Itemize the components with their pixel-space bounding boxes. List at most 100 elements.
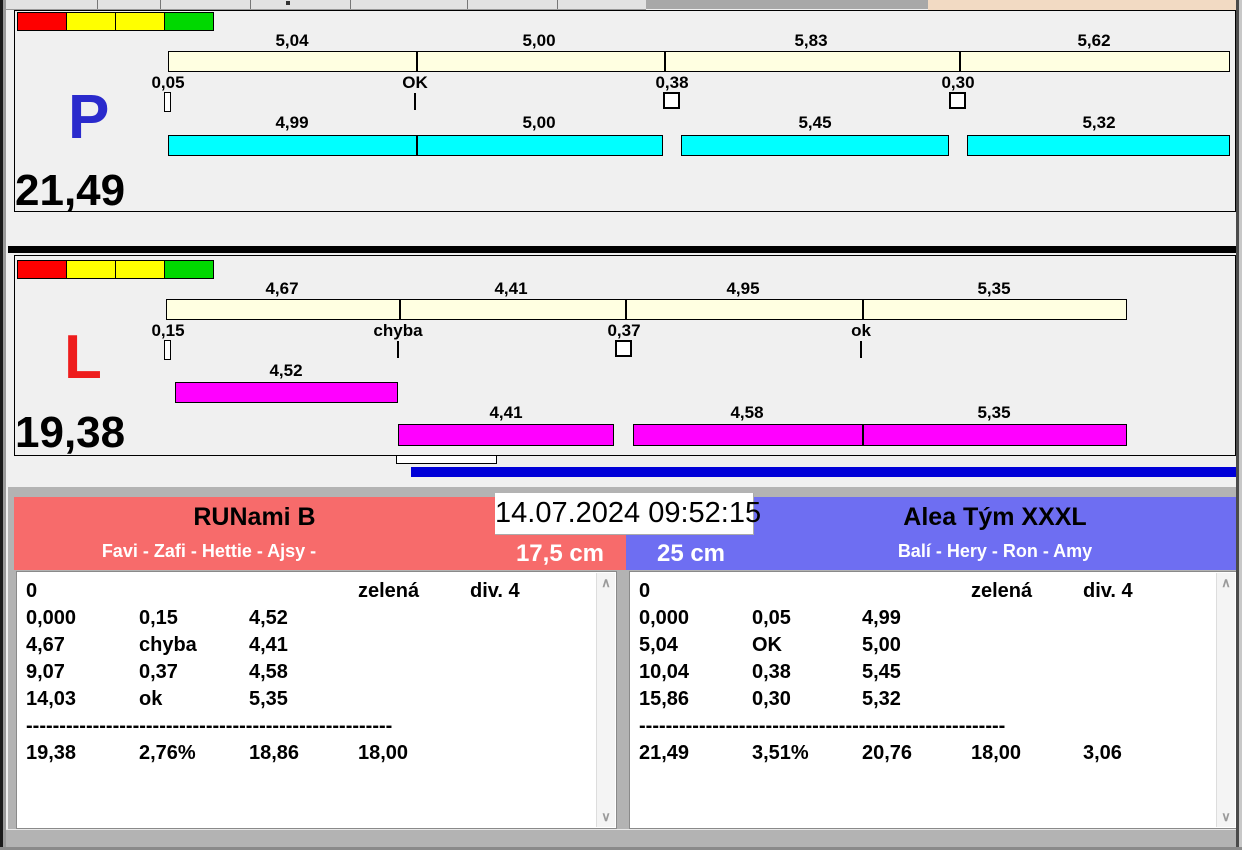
app-window: 5,04 5,00 5,83 5,62 0,05 OK 0,38 0,30 4,… [0, 0, 1242, 850]
bar-divider [664, 51, 666, 72]
scroll-up-icon[interactable]: ∧ [1217, 576, 1235, 590]
split-time-label: 4,99 [275, 113, 309, 132]
scroll-down-icon[interactable]: ∨ [1217, 810, 1235, 824]
split-time-label: 5,00 [522, 113, 556, 132]
split-time-label: 4,52 [269, 361, 303, 380]
toolbar-divider [97, 0, 98, 9]
split-time-label: 5,35 [977, 403, 1011, 422]
log-row: 0 zelená div. 4 [639, 580, 1133, 602]
fault-checkbox[interactable] [663, 92, 680, 109]
log-row: 15,86 0,30 5,32 [639, 688, 901, 710]
team-right-jump-height: 25 cm [656, 540, 726, 567]
toolbar-divider [350, 0, 351, 9]
log-totals-row: 19,38 2,76% 18,86 18,00 [26, 742, 409, 764]
result-log-right-text: 0 zelená div. 4 0,000 0,05 4,99 5,04 OK 5,00 1… [639, 578, 1214, 767]
start-marker-box [164, 92, 171, 112]
toolbar-divider [160, 0, 161, 9]
log-totals-row: 21,49 3,51% 20,76 18,00 3,06 [639, 742, 1122, 764]
fault-checkbox[interactable] [615, 340, 632, 357]
log-row: 0,000 0,05 4,99 [639, 607, 901, 629]
scrollbar[interactable]: ∧ ∨ [1216, 573, 1235, 827]
planned-splits-bar [166, 299, 1127, 320]
gate-label: 0,37 [607, 321, 641, 340]
split-time-label: 4,41 [489, 403, 523, 422]
split-time-label: 5,62 [1077, 31, 1111, 50]
result-log-left-text: 0 zelená div. 4 0,000 0,15 4,52 4,67 chyba 4,4… [26, 578, 594, 767]
gate-tick [860, 341, 862, 358]
team-left-members: Favi - Zafi - Hettie - Ajsy - [101, 541, 317, 561]
gate-label: 0,15 [151, 321, 185, 340]
log-separator: ----------------------------------------… [639, 715, 1006, 737]
start-marker-box [164, 340, 171, 360]
result-log-right[interactable]: 0 zelená div. 4 0,000 0,05 4,99 5,04 OK 5,00 1… [629, 571, 1237, 829]
toolbar-divider [250, 0, 251, 9]
gate-tick [397, 341, 399, 358]
result-log-left[interactable]: 0 zelená div. 4 0,000 0,15 4,52 4,67 chyba 4,4… [16, 571, 617, 829]
log-row: 5,04 OK 5,00 [639, 634, 901, 656]
lane-letter-p: P [68, 83, 110, 152]
toolbar-divider [557, 0, 558, 9]
split-time-label: 4,58 [730, 403, 764, 422]
bar-divider [416, 51, 418, 72]
lane-letter-l: L [64, 323, 102, 392]
toolbar-strip-gray [646, 0, 928, 9]
fault-checkbox[interactable] [949, 92, 966, 109]
log-separator: ----------------------------------------… [26, 715, 393, 737]
status-light-yellow [66, 12, 116, 31]
split-time-label: 5,32 [1082, 113, 1116, 132]
actual-splits-bar [967, 135, 1230, 156]
split-time-label: 4,95 [726, 279, 760, 298]
toolbar-glyph [286, 1, 290, 5]
bar-divider [959, 51, 961, 72]
status-light-red [17, 12, 67, 31]
lane-divider-bar [8, 246, 1238, 253]
team-left-name: RUNami B [193, 503, 316, 531]
lane-total-p: 21,49 [15, 166, 126, 215]
bar-divider [399, 299, 401, 320]
team-left-jump-height: 17,5 cm [515, 540, 605, 567]
gate-label: OK [402, 73, 428, 92]
status-light-green [164, 12, 214, 31]
split-time-label: 5,83 [794, 31, 828, 50]
actual-splits-bar [398, 424, 614, 446]
gate-label: chyba [373, 321, 423, 340]
status-light-green [164, 260, 214, 279]
actual-splits-bar [168, 135, 663, 156]
split-time-label: 4,67 [265, 279, 299, 298]
window-border-left-inner [3, 0, 6, 850]
log-row: 0,000 0,15 4,52 [26, 607, 288, 629]
timestamp: 14.07.2024 09:52:15 [495, 493, 761, 535]
scroll-down-icon[interactable]: ∨ [597, 810, 615, 824]
status-light-yellow [115, 12, 165, 31]
status-light-red [17, 260, 67, 279]
team-right-members: Balí - Hery - Ron - Amy [897, 541, 1093, 561]
progress-bar [411, 467, 1238, 477]
scrollbar[interactable]: ∧ ∨ [596, 573, 615, 827]
split-time-label: 5,45 [798, 113, 832, 132]
actual-splits-bar [681, 135, 949, 156]
toolbar-divider [467, 0, 468, 9]
gate-label: ok [851, 321, 871, 340]
gate-label: 0,05 [151, 73, 185, 92]
actual-splits-bar [633, 424, 1127, 446]
lane-total-l: 19,38 [15, 408, 126, 457]
bar-divider [862, 299, 864, 320]
gate-label: 0,30 [941, 73, 975, 92]
log-row: 10,04 0,38 5,45 [639, 661, 901, 683]
log-row: 14,03 ok 5,35 [26, 688, 288, 710]
status-light-yellow [66, 260, 116, 279]
scroll-up-icon[interactable]: ∧ [597, 576, 615, 590]
status-light-yellow [115, 260, 165, 279]
gate-label: 0,38 [655, 73, 689, 92]
split-time-label: 5,00 [522, 31, 556, 50]
split-time-label: 5,04 [275, 31, 309, 50]
toolbar-strip [6, 0, 646, 10]
split-time-label: 5,35 [977, 279, 1011, 298]
actual-splits-bar [175, 382, 398, 403]
split-time-label: 4,41 [494, 279, 528, 298]
log-row: 9,07 0,37 4,58 [26, 661, 288, 683]
team-right-name: Alea Tým XXXL [903, 503, 1087, 531]
gate-tick [414, 93, 416, 110]
log-row: 0 zelená div. 4 [26, 580, 520, 602]
log-row: 4,67 chyba 4,41 [26, 634, 288, 656]
